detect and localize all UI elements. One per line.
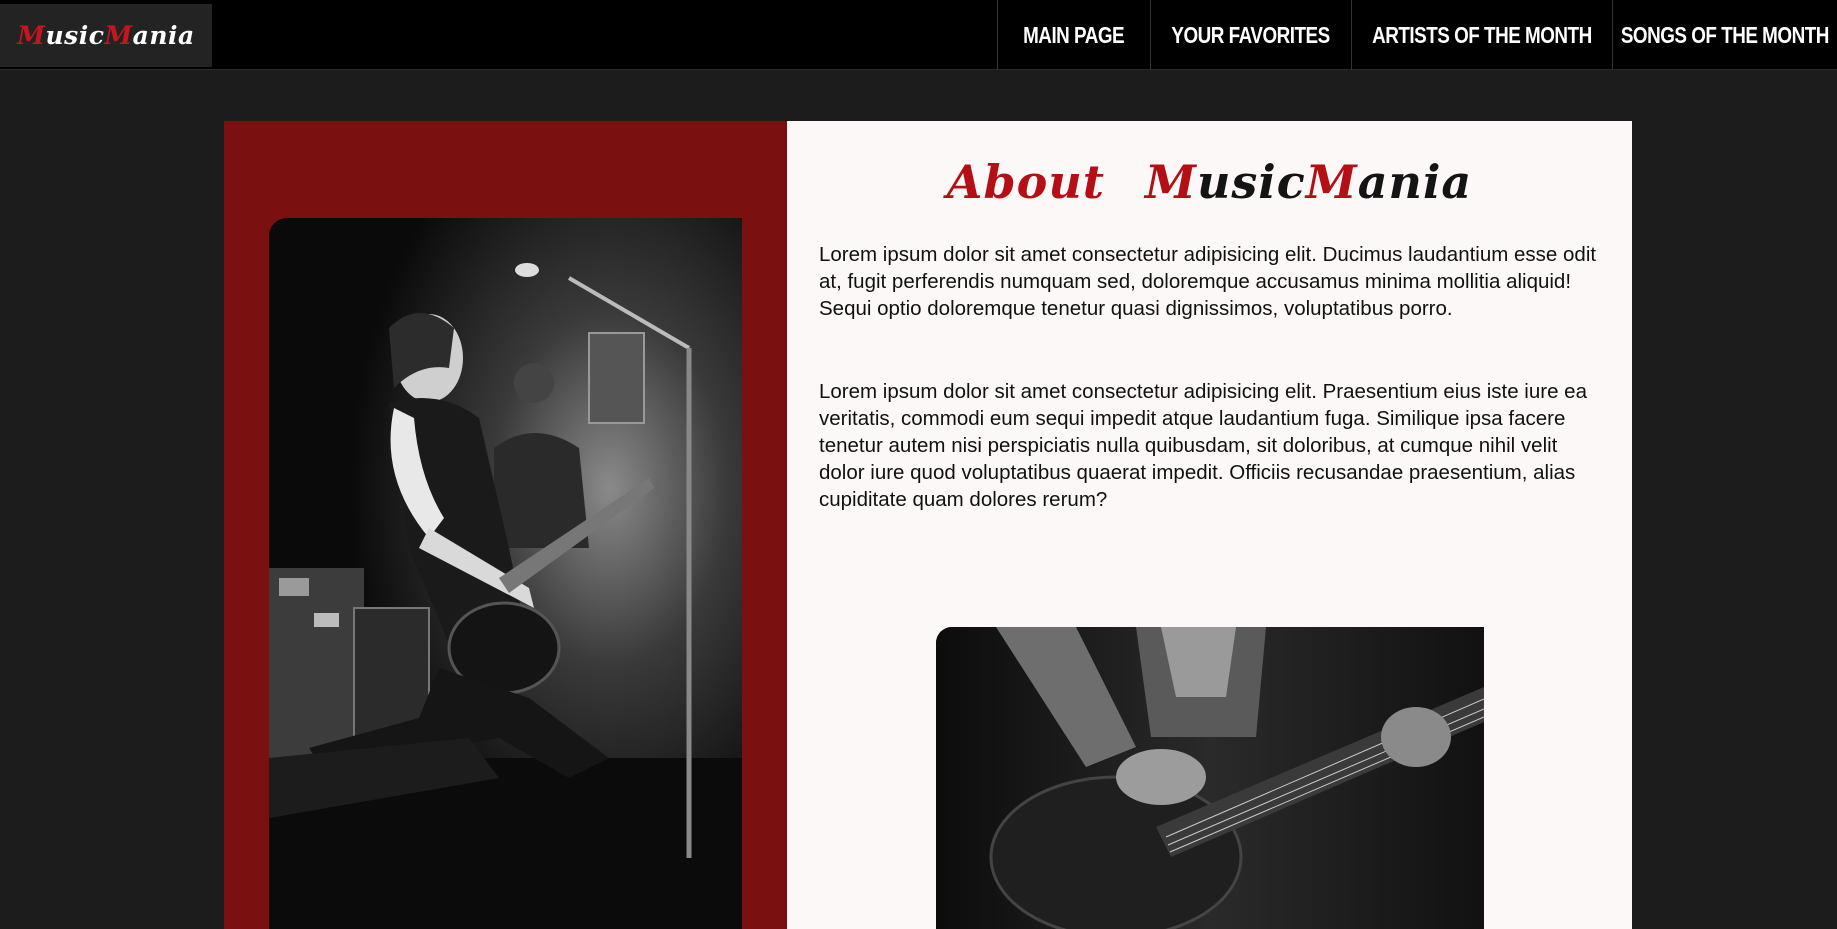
brand-logo[interactable]: Music Mania (0, 4, 212, 67)
guitarist-photo (269, 218, 742, 929)
navbar: Music Mania MAIN PAGE YOUR FAVORITES ARTI… (0, 0, 1837, 70)
nav-main-page[interactable]: MAIN PAGE (997, 0, 1150, 70)
about-paragraph-1: Lorem ipsum dolor sit amet consectetur a… (819, 243, 1597, 320)
about-brand-ania: ania (1357, 155, 1473, 209)
main-nav: MAIN PAGE YOUR FAVORITES ARTISTS OF THE … (997, 0, 1837, 70)
nav-your-favorites[interactable]: YOUR FAVORITES (1150, 0, 1351, 70)
about-paragraph-2: Lorem ipsum dolor sit amet consectetur a… (819, 380, 1587, 511)
about-content-panel: About MusicMania Lorem ipsum dolor sit am… (787, 121, 1632, 929)
nav-artists-of-the-month[interactable]: ARTISTS OF THE MONTH (1351, 0, 1612, 70)
guitar-hands-photo (936, 627, 1484, 929)
about-word: About (946, 155, 1106, 209)
about-brand-m1: M (1145, 155, 1197, 209)
about-title: About MusicMania (787, 155, 1632, 209)
logo-m2: M (104, 21, 133, 50)
logo-usic: usic (45, 21, 105, 50)
nav-songs-of-the-month[interactable]: SONGS OF THE MONTH (1612, 0, 1837, 70)
logo-ania: ania (132, 21, 195, 50)
about-brand-m2: M (1305, 155, 1358, 209)
logo-m1: M (17, 21, 46, 50)
left-image-panel (224, 121, 787, 929)
about-brand-usic: usic (1196, 155, 1306, 209)
